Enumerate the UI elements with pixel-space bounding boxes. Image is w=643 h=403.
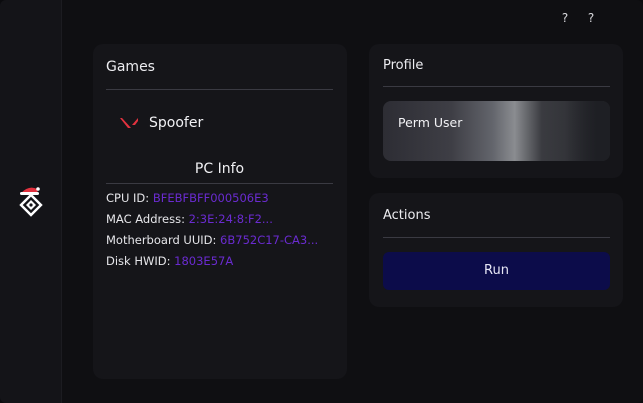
cpu-id-value: BFEBFBFF000506E3 bbox=[152, 191, 269, 205]
help-button-1[interactable]: ? bbox=[558, 10, 572, 26]
app-window: ? ? Games Spoofer PC Info CPU ID: BFEBFB… bbox=[0, 0, 643, 403]
motherboard-uuid-row: Motherboard UUID: 6B752C17-CA3... bbox=[106, 233, 318, 247]
cpu-id-label: CPU ID: bbox=[106, 191, 150, 205]
disk-hwid-row: Disk HWID: 1803E57A bbox=[106, 254, 233, 268]
app-logo-icon bbox=[19, 187, 43, 217]
game-item-label: Spoofer bbox=[149, 115, 204, 131]
disk-hwid-value: 1803E57A bbox=[174, 254, 234, 268]
pc-info-title: PC Info bbox=[194, 161, 245, 177]
mac-address-value: 2:3E:24:8:F2... bbox=[188, 212, 273, 226]
profile-title: Profile bbox=[383, 58, 424, 73]
motherboard-uuid-value: 6B752C17-CA3... bbox=[220, 233, 319, 247]
valorant-v-icon bbox=[120, 118, 138, 128]
games-divider bbox=[106, 89, 333, 90]
mac-address-label: MAC Address: bbox=[106, 212, 185, 226]
sidebar bbox=[0, 0, 62, 403]
profile-card-shade bbox=[565, 101, 610, 161]
help-button-2[interactable]: ? bbox=[584, 10, 598, 26]
motherboard-uuid-label: Motherboard UUID: bbox=[106, 233, 217, 247]
profile-card[interactable]: Perm User bbox=[383, 101, 610, 161]
disk-hwid-label: Disk HWID: bbox=[106, 254, 171, 268]
mac-address-row: MAC Address: 2:3E:24:8:F2... bbox=[106, 212, 273, 226]
cpu-id-row: CPU ID: BFEBFBFF000506E3 bbox=[106, 191, 269, 205]
game-item-spoofer[interactable]: Spoofer bbox=[119, 112, 203, 134]
pc-info-divider bbox=[106, 183, 333, 184]
actions-divider bbox=[383, 237, 610, 238]
profile-divider bbox=[383, 86, 610, 87]
run-button[interactable]: Run bbox=[383, 252, 610, 290]
games-title: Games bbox=[106, 59, 155, 75]
actions-title: Actions bbox=[383, 208, 431, 223]
profile-user-label: Perm User bbox=[398, 115, 463, 130]
